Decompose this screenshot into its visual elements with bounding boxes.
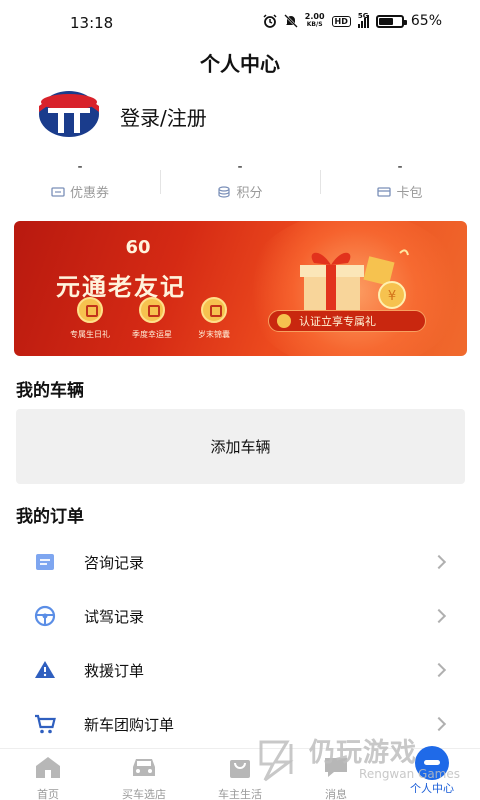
- order-label: 试驾记录: [84, 607, 145, 626]
- nav-label: 首页: [37, 788, 59, 800]
- status-bar: 13:18 2.00 KB/S HD 5G 65%: [0, 0, 480, 40]
- stat-card-wallet[interactable]: - 卡包: [320, 160, 480, 202]
- card-wallet-icon: [377, 186, 392, 197]
- star-badge-icon: [139, 297, 165, 323]
- stat-label-row: 卡包: [320, 182, 480, 201]
- order-label: 救援订单: [84, 661, 145, 680]
- signal-type: 5G: [357, 11, 369, 20]
- battery-icon: [375, 14, 407, 28]
- order-label: 咨询记录: [84, 553, 145, 572]
- certify-cta-button[interactable]: 认证立享专属礼: [268, 310, 426, 332]
- svg-text:¥: ¥: [388, 289, 396, 304]
- chevron-right-icon: [431, 608, 447, 624]
- add-vehicle-button[interactable]: 添加车辆: [16, 409, 465, 484]
- home-icon: [36, 757, 60, 778]
- shopping-cart-icon: [35, 714, 56, 734]
- orders-section-title: 我的订单: [16, 502, 84, 527]
- stat-value: -: [397, 159, 403, 175]
- bag-icon: [230, 760, 250, 778]
- stat-coupon[interactable]: - 优惠券: [0, 160, 160, 202]
- stat-label-row: 优惠券: [0, 182, 160, 201]
- perk-label: 岁末锦囊: [198, 330, 230, 339]
- chevron-right-icon: [431, 716, 447, 732]
- watermark-logo: [259, 740, 294, 782]
- hd-badge: HD: [331, 15, 351, 27]
- anniversary-logo-text: 60: [125, 237, 151, 258]
- stat-value: -: [237, 159, 243, 175]
- car-icon: [133, 759, 155, 776]
- stats-row: - 优惠券 - 积分 - 卡包: [0, 160, 480, 202]
- stat-label-row: 积分: [160, 182, 320, 201]
- page-title: 个人中心: [200, 52, 280, 76]
- chevron-right-icon: [431, 662, 447, 678]
- watermark-text: 仍玩游戏: [309, 738, 418, 768]
- watermark: 仍玩游戏 Rengwan Games: [259, 732, 460, 782]
- watermark-subtext: Rengwan Games: [359, 767, 460, 781]
- nav-item-home[interactable]: 首页: [0, 749, 96, 800]
- vehicles-title-text: 我的车辆: [16, 381, 84, 401]
- status-time: 13:18: [70, 14, 114, 32]
- net-speed-unit: KB/S: [306, 21, 323, 28]
- warning-triangle-icon: [35, 661, 55, 678]
- chevron-right-icon: [431, 554, 447, 570]
- nav-label: 个人中心: [410, 782, 454, 795]
- mute-icon: [283, 14, 298, 28]
- steering-wheel-icon: [34, 605, 56, 627]
- nav-item-buy-car[interactable]: 买车选店: [96, 749, 192, 800]
- coin-icon: [277, 314, 291, 328]
- nav-label: 车主生活: [218, 788, 262, 800]
- orders-title-text: 我的订单: [16, 507, 84, 527]
- perk-label: 专属生日礼: [70, 330, 110, 339]
- order-label: 新车团购订单: [84, 715, 175, 734]
- net-speed-value: 2.00: [304, 12, 325, 21]
- order-item-rescue[interactable]: 救援订单: [0, 643, 480, 697]
- stat-value: -: [77, 159, 83, 175]
- coupon-icon: [51, 186, 65, 197]
- certify-cta-label: 认证立享专属礼: [299, 315, 376, 328]
- stat-label: 优惠券: [69, 186, 109, 201]
- status-icons: 2.00 KB/S HD 5G 65%: [263, 11, 442, 29]
- alarm-icon: [263, 14, 277, 28]
- points-icon: [218, 185, 231, 198]
- net-speed: 2.00 KB/S: [305, 13, 325, 29]
- perk-label: 季度幸运星: [132, 330, 172, 339]
- gift-box-icon: [77, 297, 103, 323]
- order-item-test-drive[interactable]: 试驾记录: [0, 589, 480, 643]
- perk-year-end: 岁末锦囊: [184, 297, 244, 340]
- battery-percent: 65%: [410, 13, 442, 29]
- signal-icon: 5G: [357, 11, 369, 28]
- consult-doc-icon: [36, 554, 54, 570]
- avatar[interactable]: [38, 90, 100, 138]
- stat-points[interactable]: - 积分: [160, 160, 320, 202]
- perk-lucky-star: 季度幸运星: [122, 297, 182, 340]
- anniversary-logo: 60: [120, 237, 156, 259]
- nav-label: 买车选店: [122, 788, 166, 800]
- login-register-link[interactable]: 登录/注册: [120, 102, 207, 131]
- promo-banner[interactable]: 60 元通老友记 专属生日礼 季度幸运星 岁末锦囊 ¥ 认证立享专属礼: [14, 221, 467, 356]
- order-item-consult[interactable]: 咨询记录: [0, 535, 480, 589]
- nav-label: 消息: [325, 788, 347, 800]
- stat-label: 卡包: [396, 186, 423, 201]
- battery-fill: [378, 17, 393, 25]
- gift-illustration: ¥: [300, 249, 409, 311]
- perk-birthday: 专属生日礼: [60, 297, 120, 340]
- vehicles-section-title: 我的车辆: [16, 376, 84, 401]
- stat-label: 积分: [236, 186, 263, 201]
- pouch-icon: [201, 297, 227, 323]
